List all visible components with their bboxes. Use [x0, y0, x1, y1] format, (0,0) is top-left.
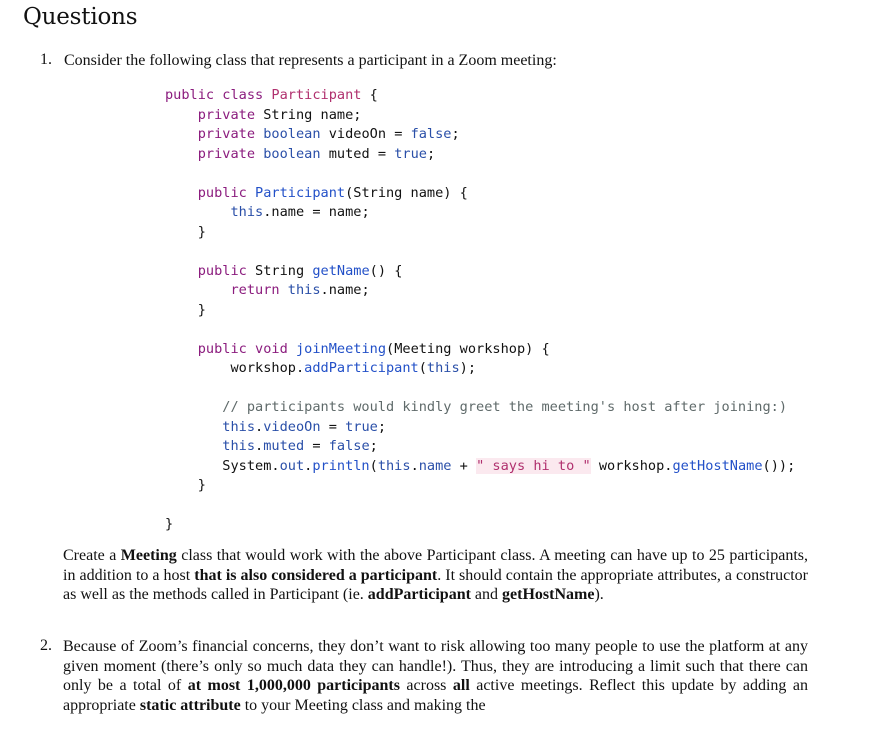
code-line: public String getName() {: [197, 262, 403, 279]
question-1-paragraph: Create a Meeting class that would work w…: [63, 547, 809, 604]
code-line: this.videoOn = true;: [222, 418, 387, 435]
code-line: workshop.addParticipant(this);: [165, 360, 477, 376]
code-line: private String name;: [197, 106, 362, 123]
code-line: private boolean muted = true;: [197, 145, 436, 162]
question-2-number: 2.: [40, 637, 52, 654]
code-line: }: [165, 223, 206, 240]
code-line: }: [165, 516, 174, 532]
code-line: public void joinMeeting(Meeting workshop…: [197, 340, 550, 357]
question-1-intro: Consider the following class that repres…: [64, 52, 557, 69]
code-line: }: [165, 301, 206, 318]
code-line: this.name = name;: [230, 204, 370, 220]
code-line: System.out.println(this.name + " says hi…: [165, 457, 796, 474]
code-line: private boolean videoOn = false;: [197, 126, 460, 142]
code-block: public class Participant { private Strin…: [165, 86, 795, 532]
code-line: public class Participant {: [165, 87, 378, 103]
section-heading: Questions: [23, 4, 138, 30]
code-line: return this.name;: [230, 282, 370, 298]
question-1-number: 1.: [40, 51, 52, 68]
code-line: this.muted = false;: [222, 438, 378, 454]
code-line: }: [165, 477, 206, 493]
code-line: public Participant(String name) {: [197, 184, 468, 201]
question-2-paragraph: Because of Zoom’s financial concerns, th…: [63, 638, 808, 714]
code-line: // participants would kindly greet the m…: [222, 399, 788, 415]
